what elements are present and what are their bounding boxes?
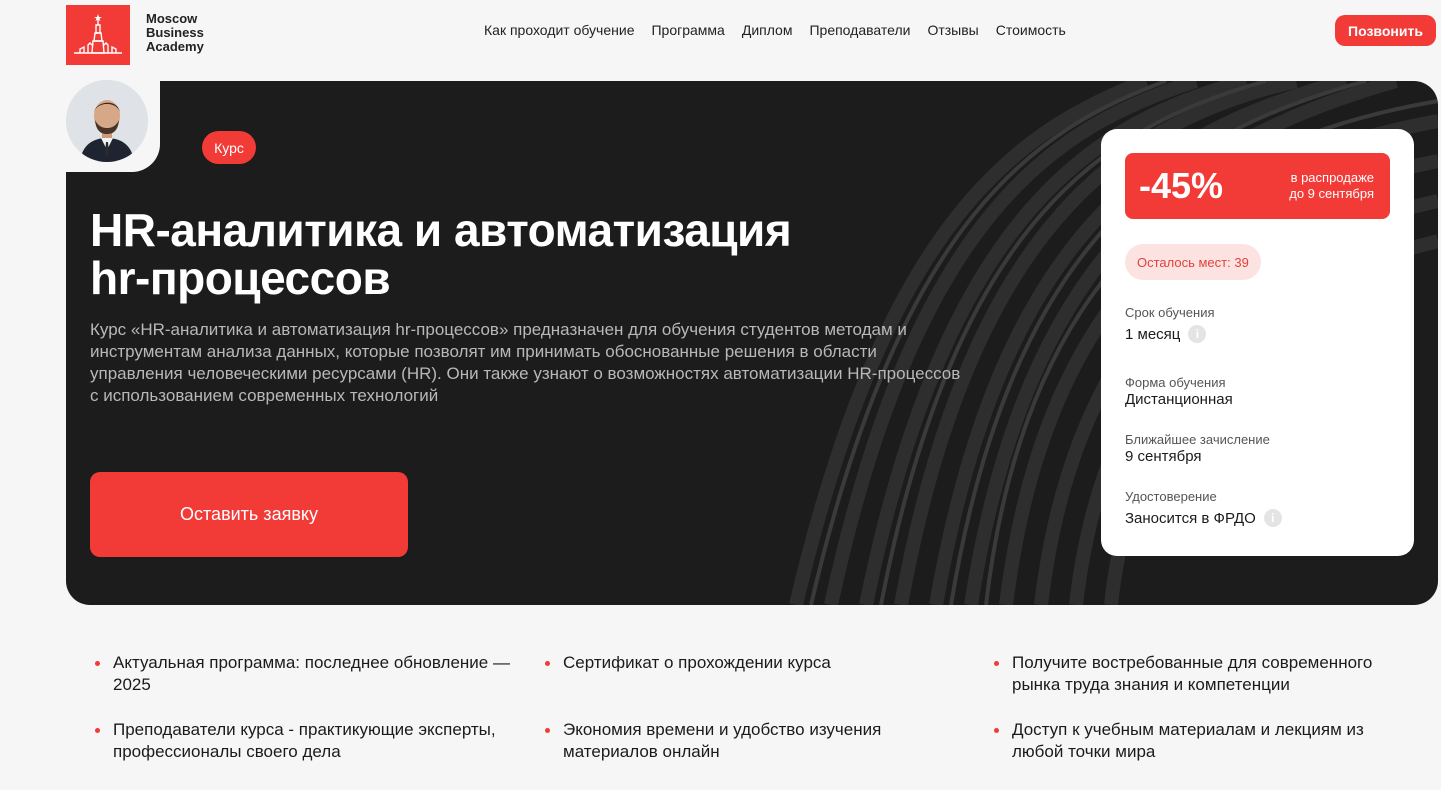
instructor-avatar [66, 80, 148, 162]
logo[interactable] [66, 5, 130, 65]
info-icon[interactable]: i [1188, 325, 1207, 343]
main-nav: Как проходит обучение Программа Диплом П… [484, 22, 1066, 38]
enrollment-label: Ближайшее зачисление [1125, 432, 1270, 447]
nav-item-program[interactable]: Программа [651, 22, 724, 38]
feature-item: Актуальная программа: последнее обновлен… [95, 652, 535, 696]
format-value: Дистанционная [1125, 391, 1233, 408]
info-icon[interactable]: i [1263, 509, 1282, 527]
brand-line: Moscow [146, 11, 198, 26]
kremlin-tower-icon [74, 14, 122, 54]
certificate-value: Заносится в ФРДО i [1125, 509, 1282, 527]
brand-line: Business [146, 25, 204, 40]
course-badge: Курс [202, 131, 256, 164]
feature-item: Преподаватели курса - практикующие экспе… [95, 719, 535, 763]
brand-line: Academy [146, 39, 204, 54]
course-title: HR-аналитика и автоматизация hr-процессо… [90, 206, 990, 302]
enrollment-text: 9 сентября [1125, 448, 1202, 465]
duration-label: Срок обучения [1125, 305, 1215, 320]
course-title-line: HR-аналитика и автоматизация [90, 204, 792, 256]
course-info-card: -45% в распродаже до 9 сентября Осталось… [1101, 129, 1414, 556]
feature-item: Получите востребованные для современного… [994, 652, 1404, 696]
duration-value: 1 месяц i [1125, 325, 1207, 343]
discount-note: в распродаже до 9 сентября [1289, 170, 1374, 202]
site-header: Moscow Business Academy Как проходит обу… [0, 0, 1441, 65]
certificate-label: Удостоверение [1125, 489, 1217, 504]
certificate-text: Заносится в ФРДО [1125, 509, 1256, 527]
enrollment-value: 9 сентября [1125, 448, 1202, 465]
discount-note-line: в распродаже [1290, 170, 1374, 185]
nav-item-learning[interactable]: Как проходит обучение [484, 22, 634, 38]
discount-value: -45% [1139, 165, 1224, 206]
course-description: Курс «HR-аналитика и автоматизация hr-пр… [90, 320, 961, 405]
format-text: Дистанционная [1125, 391, 1233, 408]
nav-item-teachers[interactable]: Преподаватели [809, 22, 910, 38]
nav-item-reviews[interactable]: Отзывы [927, 22, 978, 38]
feature-item: Сертификат о прохождении курса [545, 652, 965, 674]
discount-note-line: до 9 сентября [1289, 186, 1374, 201]
call-button[interactable]: Позвонить [1335, 15, 1436, 46]
feature-item: Экономия времени и удобство изучения мат… [545, 719, 965, 763]
feature-item: Доступ к учебным материалам и лекциям из… [994, 719, 1404, 763]
seats-left-badge: Осталось мест: 39 [1125, 244, 1261, 280]
apply-button[interactable]: Оставить заявку [90, 472, 408, 557]
nav-item-price[interactable]: Стоимость [996, 22, 1066, 38]
brand-name: Moscow Business Academy [146, 12, 236, 54]
format-label: Форма обучения [1125, 375, 1226, 390]
nav-item-diploma[interactable]: Диплом [742, 22, 793, 38]
duration-text: 1 месяц [1125, 325, 1181, 343]
course-title-line: hr-процессов [90, 252, 391, 304]
person-icon [66, 80, 148, 162]
discount-banner: -45% в распродаже до 9 сентября [1125, 153, 1390, 219]
